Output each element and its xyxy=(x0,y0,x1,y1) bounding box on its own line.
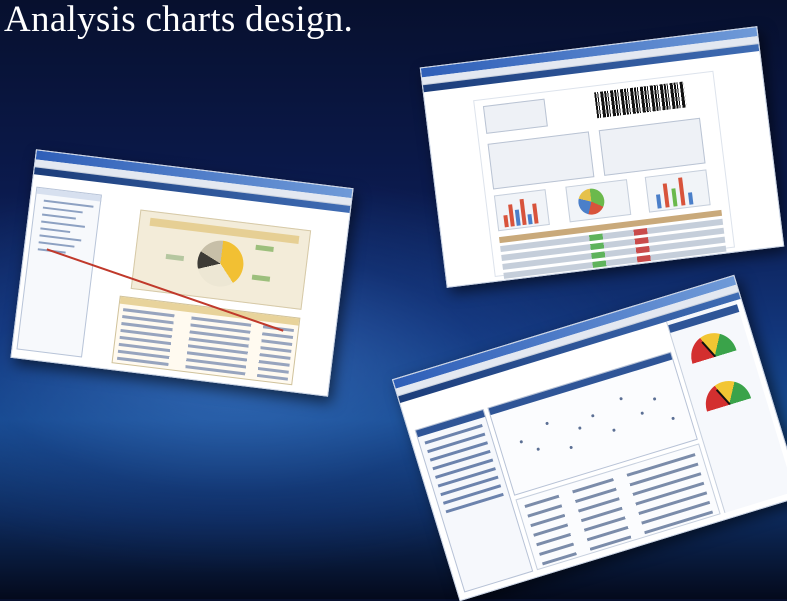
slide-title: Analysis charts design. xyxy=(4,0,354,40)
tree-item xyxy=(40,227,71,234)
dashboard-screenshot xyxy=(391,274,787,601)
bar xyxy=(688,192,694,205)
scatter-point xyxy=(671,416,675,421)
mini-pie-chart xyxy=(565,179,632,223)
tree-item xyxy=(38,241,75,248)
dashboard-body xyxy=(400,298,787,601)
scatter-point xyxy=(590,413,595,418)
scatter-point xyxy=(536,447,541,452)
bar xyxy=(678,177,686,206)
scatter-point xyxy=(569,445,574,450)
table-row xyxy=(542,510,714,566)
bar xyxy=(655,194,662,209)
tree-item xyxy=(41,220,86,228)
navigation-tree xyxy=(16,186,102,358)
scatter-point xyxy=(640,411,645,416)
bar xyxy=(514,209,521,226)
report-body xyxy=(423,51,784,288)
scatter-point xyxy=(519,439,524,444)
mini-column-chart xyxy=(644,169,711,213)
pie-label xyxy=(165,253,185,262)
pie-chart-card xyxy=(130,209,312,310)
bar xyxy=(532,203,539,224)
bar xyxy=(503,214,509,228)
mini-bar-chart xyxy=(493,189,550,232)
table-row xyxy=(539,500,711,556)
details-block xyxy=(487,131,595,190)
scatter-point xyxy=(619,396,623,401)
bar xyxy=(508,204,515,227)
barcode-icon xyxy=(594,81,687,119)
bar xyxy=(671,188,678,207)
bar xyxy=(519,198,527,226)
tree-item xyxy=(41,213,76,220)
scatter-point xyxy=(545,421,549,426)
report-table xyxy=(111,295,301,386)
scatter-point xyxy=(612,428,616,433)
pie-label xyxy=(255,244,274,252)
tree-item xyxy=(42,206,83,214)
report-body xyxy=(11,174,350,396)
tree-item xyxy=(39,234,82,242)
details-block xyxy=(598,117,706,176)
pie-chart xyxy=(576,187,606,217)
bar xyxy=(662,183,670,208)
gauge-icon xyxy=(700,375,752,412)
scatter-point xyxy=(652,397,657,401)
document-page xyxy=(473,70,736,288)
address-block xyxy=(482,98,548,134)
tree-item xyxy=(43,199,94,208)
document-report-screenshot xyxy=(419,26,785,288)
list-item xyxy=(445,492,504,514)
scatter-point xyxy=(577,426,582,430)
pie-report-screenshot xyxy=(10,149,354,397)
pie-chart xyxy=(194,237,247,290)
bar xyxy=(527,214,533,225)
gauge-icon xyxy=(685,327,737,364)
pie-label xyxy=(251,274,271,282)
